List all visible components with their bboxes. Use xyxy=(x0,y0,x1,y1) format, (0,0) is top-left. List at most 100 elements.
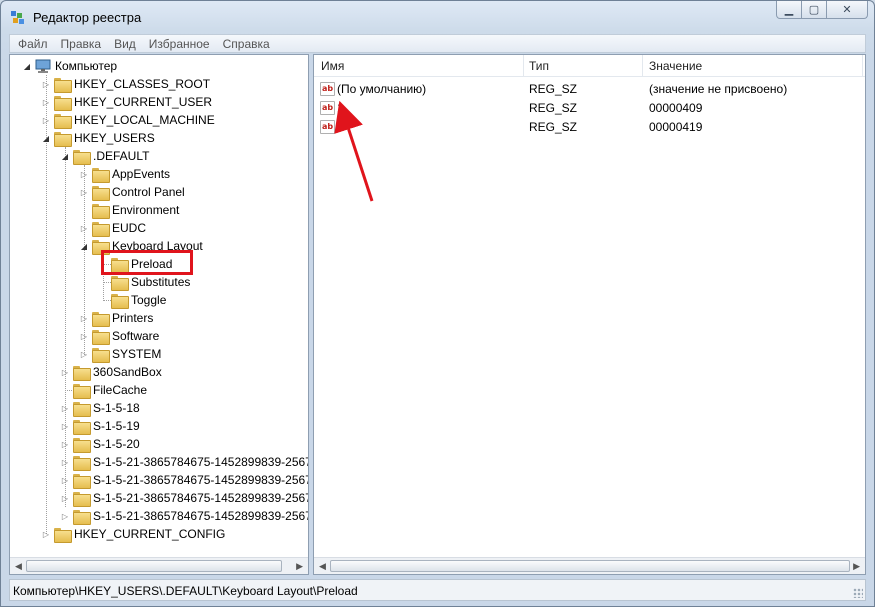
expand-arrow-icon[interactable]: ▷ xyxy=(60,439,70,449)
list-horizontal-scrollbar[interactable]: ◀ ▶ xyxy=(314,557,865,574)
tree-item-label: S-1-5-21-3865784675-1452899839-256743 xyxy=(93,455,309,469)
folder-icon xyxy=(73,509,91,525)
menu-edit[interactable]: Правка xyxy=(61,37,102,51)
caption-buttons: ▁ ▢ ✕ xyxy=(776,1,868,21)
menu-favorites[interactable]: Избранное xyxy=(149,37,210,51)
tree-item-label: S-1-5-20 xyxy=(93,437,140,451)
tree-item[interactable]: ▷ Printers xyxy=(79,309,153,327)
tree-item[interactable]: Toggle xyxy=(98,291,166,309)
resize-grip-icon[interactable] xyxy=(853,588,863,598)
expand-arrow-icon[interactable]: ▷ xyxy=(79,313,89,323)
close-icon: ✕ xyxy=(842,4,852,16)
tree-item[interactable]: ▷ S-1-5-20 xyxy=(60,435,140,453)
expand-arrow-icon[interactable]: ▷ xyxy=(60,475,70,485)
tree-item[interactable]: ▷ S-1-5-21-3865784675-1452899839-256743 xyxy=(60,453,309,471)
scroll-left-icon[interactable]: ◀ xyxy=(319,561,326,572)
status-path: Компьютер\HKEY_USERS\.DEFAULT\Keyboard L… xyxy=(13,584,358,598)
tree-item-label: S-1-5-18 xyxy=(93,401,140,415)
tree-item[interactable]: ◢ HKEY_USERS xyxy=(41,129,155,147)
scroll-right-icon[interactable]: ▶ xyxy=(296,561,303,572)
collapse-arrow-icon[interactable]: ◢ xyxy=(79,241,89,251)
expand-arrow-icon[interactable]: ▷ xyxy=(60,367,70,377)
maximize-button[interactable]: ▢ xyxy=(801,1,827,19)
expand-arrow-icon[interactable]: ▷ xyxy=(41,115,51,125)
menu-help[interactable]: Справка xyxy=(223,37,270,51)
expand-arrow-icon[interactable]: ▷ xyxy=(60,493,70,503)
tree-item[interactable]: ▷ S-1-5-21-3865784675-1452899839-256743 xyxy=(60,471,309,489)
folder-icon xyxy=(73,473,91,489)
expand-arrow-icon[interactable]: ▷ xyxy=(60,511,70,521)
tree-item[interactable]: ▷ HKEY_LOCAL_MACHINE xyxy=(41,111,215,129)
tree-item-label: S-1-5-21-3865784675-1452899839-256743 xyxy=(93,473,309,487)
tree-item[interactable]: ▷ HKEY_CURRENT_CONFIG xyxy=(41,525,225,543)
folder-icon xyxy=(73,149,91,165)
scroll-right-icon[interactable]: ▶ xyxy=(853,561,860,572)
tree-item-label: EUDC xyxy=(112,221,147,235)
expand-arrow-icon[interactable]: ▷ xyxy=(60,403,70,413)
folder-icon xyxy=(92,167,110,183)
minimize-button[interactable]: ▁ xyxy=(776,1,802,19)
tree-item[interactable]: ▷ Software xyxy=(79,327,159,345)
expand-arrow-icon[interactable]: ▷ xyxy=(41,529,51,539)
close-button[interactable]: ✕ xyxy=(826,1,868,19)
tree-item[interactable]: FileCache xyxy=(60,381,147,399)
tree-horizontal-scrollbar[interactable]: ◀ ▶ xyxy=(10,557,308,574)
tree-item-label: AppEvents xyxy=(112,167,171,181)
tree-item-label: HKEY_CLASSES_ROOT xyxy=(74,77,211,91)
tree-item-label: HKEY_USERS xyxy=(74,131,155,145)
tree-item[interactable]: ◢ .DEFAULT xyxy=(60,147,149,165)
folder-icon xyxy=(92,311,110,327)
tree-item[interactable]: ▷ S-1-5-21-3865784675-1452899839-256743 xyxy=(60,489,309,507)
tree-item-label: S-1-5-21-3865784675-1452899839-256743 xyxy=(93,491,309,505)
tree-item[interactable]: ▷ S-1-5-21-3865784675-1452899839-256743 xyxy=(60,507,308,525)
expand-arrow-icon[interactable]: ▷ xyxy=(79,223,89,233)
tree-item[interactable]: ▷ 360SandBox xyxy=(60,363,162,381)
scroll-left-icon[interactable]: ◀ xyxy=(15,561,22,572)
tree-item-computer[interactable]: ◢ Компьютер xyxy=(22,57,117,75)
expand-arrow-icon[interactable]: ▷ xyxy=(41,97,51,107)
collapse-arrow-icon[interactable]: ◢ xyxy=(60,151,70,161)
tree-item[interactable]: ▷ SYSTEM xyxy=(79,345,161,363)
tree-item-label: Environment xyxy=(112,203,180,217)
expand-arrow-icon[interactable]: ▷ xyxy=(60,457,70,467)
tree-item[interactable]: ▷ HKEY_CLASSES_ROOT xyxy=(41,75,210,93)
tree-item-label: HKEY_CURRENT_CONFIG xyxy=(74,527,226,541)
collapse-arrow-icon[interactable]: ◢ xyxy=(22,61,32,71)
tree-item-label: SYSTEM xyxy=(112,347,162,361)
folder-icon xyxy=(73,401,91,417)
registry-tree[interactable]: ◢ Компьютер ▷ HKEY_CLASSES_ROOT ▷ HKEY_CURR… xyxy=(9,54,309,575)
values-list[interactable]: Имя Тип Значение ab (По умолчанию) REG_S… xyxy=(313,54,866,575)
tree-item[interactable]: Environment xyxy=(79,201,179,219)
tree-item-label: HKEY_LOCAL_MACHINE xyxy=(74,113,215,127)
expand-arrow-icon[interactable]: ▷ xyxy=(79,331,89,341)
tree-item-label: Printers xyxy=(112,311,154,325)
collapse-arrow-icon[interactable]: ◢ xyxy=(41,133,51,143)
expand-arrow-icon[interactable]: ▷ xyxy=(79,349,89,359)
menu-file[interactable]: Файл xyxy=(18,37,48,51)
tree-item[interactable]: ▷ Control Panel xyxy=(79,183,185,201)
expand-arrow-icon[interactable]: ▷ xyxy=(79,187,89,197)
expand-arrow-icon[interactable]: ▷ xyxy=(79,169,89,179)
tree-item[interactable]: Substitutes xyxy=(98,273,190,291)
tree-item[interactable]: ▷ S-1-5-18 xyxy=(60,399,140,417)
expand-arrow-icon[interactable]: ▷ xyxy=(41,79,51,89)
folder-icon xyxy=(73,383,91,399)
scrollbar-thumb[interactable] xyxy=(26,560,282,572)
tree-item[interactable]: ▷ S-1-5-19 xyxy=(60,417,140,435)
tree-item[interactable]: ▷ AppEvents xyxy=(79,165,170,183)
tree-item[interactable]: ▷ EUDC xyxy=(79,219,146,237)
tree-item-label: FileCache xyxy=(93,383,148,397)
tree-item[interactable]: ▷ HKEY_CURRENT_USER xyxy=(41,93,212,111)
registry-editor-icon xyxy=(11,11,24,24)
expand-arrow-icon[interactable]: ▷ xyxy=(60,421,70,431)
minimize-icon: ▁ xyxy=(784,4,794,16)
folder-icon xyxy=(73,455,91,471)
tree-item-label: Control Panel xyxy=(112,185,185,199)
title-bar[interactable]: Редактор реестра ▁ ▢ ✕ xyxy=(1,1,874,33)
menu-view[interactable]: Вид xyxy=(114,37,136,51)
scrollbar-thumb[interactable] xyxy=(330,560,850,572)
annotation-highlight-box xyxy=(101,250,193,275)
